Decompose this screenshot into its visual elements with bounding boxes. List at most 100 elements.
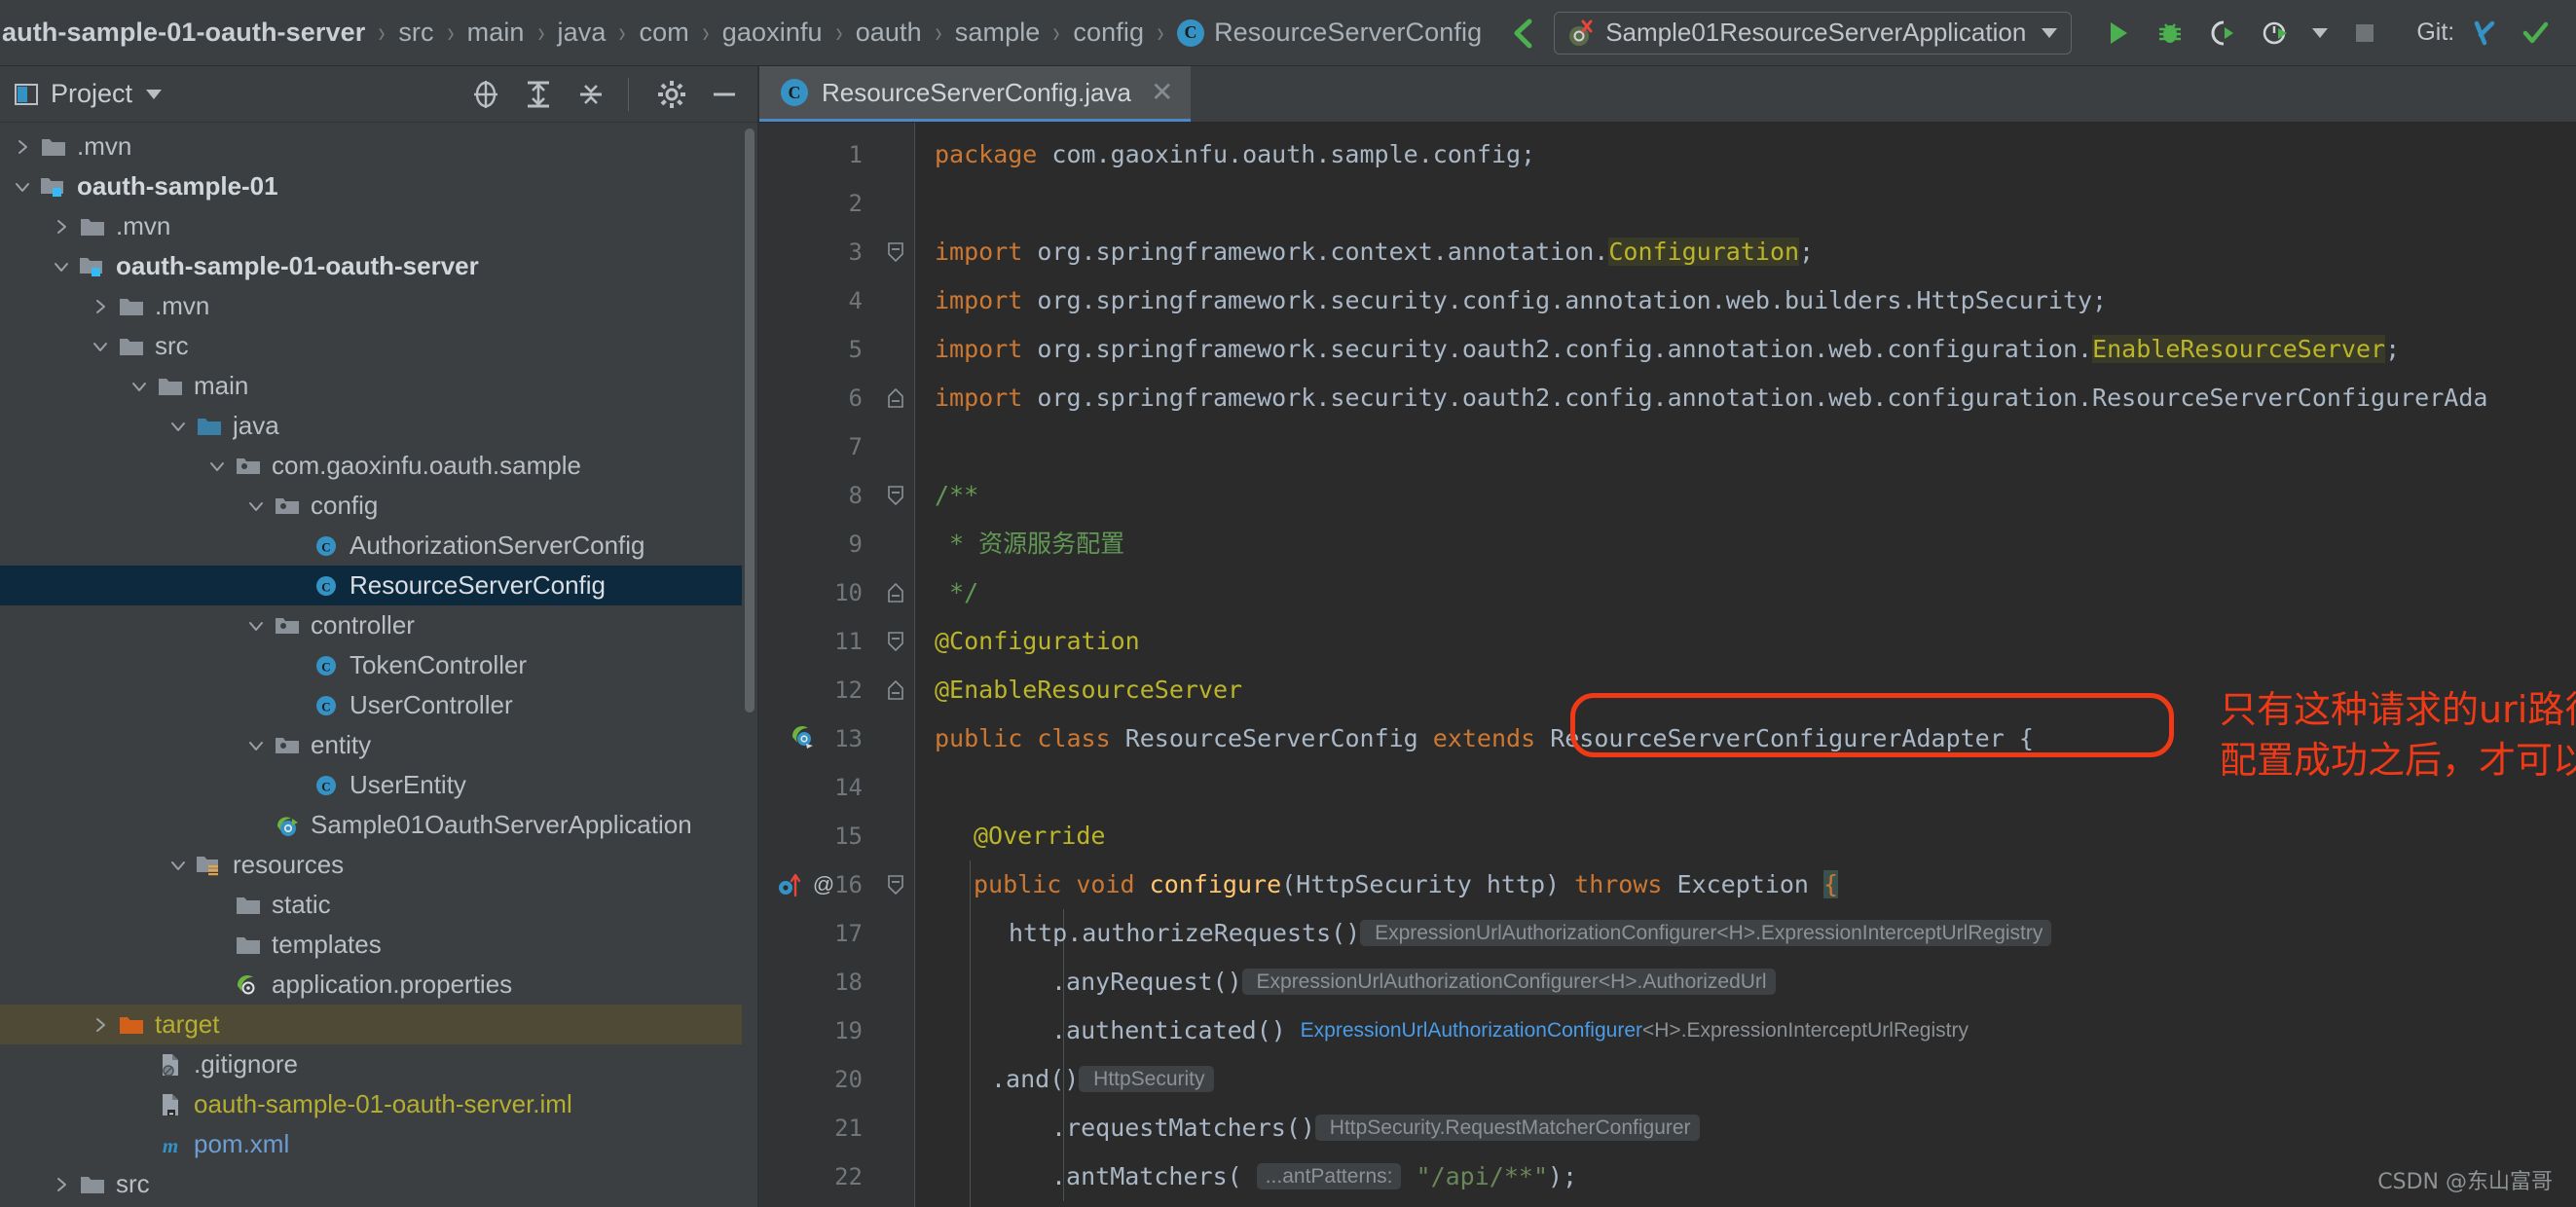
implementing-method-gutter-icon[interactable] xyxy=(777,870,812,904)
chevron-down-icon[interactable] xyxy=(10,174,35,200)
project-panel-scrollbar[interactable] xyxy=(742,123,757,1207)
breadcrumb-item-main[interactable]: main xyxy=(465,18,527,48)
chevron-down-icon[interactable] xyxy=(243,613,269,639)
chevron-right-icon[interactable] xyxy=(49,214,74,239)
bug-icon[interactable] xyxy=(2153,17,2187,50)
tree-item-resources[interactable]: resources xyxy=(0,845,757,885)
coverage-icon[interactable] xyxy=(2206,17,2239,50)
expand-all-icon[interactable] xyxy=(519,75,558,114)
inlay-hint-line-17[interactable]: ExpressionUrlAuthorizationConfigurer<H>.… xyxy=(1360,920,2052,946)
tree-item-oauth-sample-01-oauth-server-iml[interactable]: oauth-sample-01-oauth-server.iml xyxy=(0,1084,757,1124)
run-configuration-selector[interactable]: Sample01ResourceServerApplication xyxy=(1554,11,2073,55)
excluded-folder-icon xyxy=(117,1010,146,1040)
tree-item-application-properties[interactable]: application.properties xyxy=(0,965,757,1005)
fold-expand-icon[interactable] xyxy=(886,631,905,652)
inlay-hint-line-20[interactable]: HttpSecurity xyxy=(1079,1066,1214,1092)
chevron-down-icon[interactable] xyxy=(166,853,191,878)
fold-end-icon[interactable] xyxy=(886,387,905,408)
spring-bean-gutter-icon[interactable] xyxy=(789,722,818,756)
tree-item-userentity[interactable]: C UserEntity xyxy=(0,765,757,805)
tree-item--mvn[interactable]: .mvn xyxy=(0,206,757,246)
git-update-icon[interactable] xyxy=(2466,17,2499,50)
chevron-right-icon[interactable] xyxy=(88,294,113,319)
tree-item-templates[interactable]: templates xyxy=(0,925,757,965)
tree-item--mvn[interactable]: .mvn xyxy=(0,127,757,166)
tree-item-main[interactable]: main xyxy=(0,366,757,406)
crosshair-target-icon[interactable] xyxy=(466,75,505,114)
tree-item-src[interactable]: src xyxy=(0,1164,757,1204)
tree-item-label: pom.xml xyxy=(194,1129,290,1158)
tree-item-src[interactable]: src xyxy=(0,326,757,366)
tree-item-config[interactable]: config xyxy=(0,486,757,526)
tree-item-label: target xyxy=(155,1009,220,1039)
inlay-hint-line-21[interactable]: HttpSecurity.RequestMatcherConfigurer xyxy=(1314,1115,1700,1141)
line-number: 12 xyxy=(834,677,863,704)
scrollbar-thumb[interactable] xyxy=(745,128,754,713)
fold-end-icon[interactable] xyxy=(886,582,905,603)
fold-expand-icon[interactable] xyxy=(886,485,905,506)
tree-item-sample01oauthserverapplication[interactable]: Sample01OauthServerApplication xyxy=(0,805,757,845)
tree-item-target[interactable]: target xyxy=(0,1005,757,1044)
code-text-area[interactable]: package com.gaoxinfu.oauth.sample.config… xyxy=(915,123,2576,1207)
line-number: 18 xyxy=(834,969,863,996)
back-arrow-icon[interactable] xyxy=(1505,14,1540,53)
git-commit-check-icon[interactable] xyxy=(2519,17,2552,50)
tree-item--gitignore[interactable]: .gitignore xyxy=(0,1044,757,1084)
breadcrumb-item-gaoxinfu[interactable]: gaoxinfu xyxy=(720,18,825,48)
chevron-down-icon[interactable] xyxy=(204,454,230,479)
tree-item-authorizationserverconfig[interactable]: C AuthorizationServerConfig xyxy=(0,526,757,566)
tree-item-oauth-sample-01[interactable]: oauth-sample-01 xyxy=(0,166,757,206)
breadcrumb-item-resourceserverconfig[interactable]: C ResourceServerConfig xyxy=(1175,18,1484,48)
tree-item-tokencontroller[interactable]: C TokenController xyxy=(0,645,757,685)
chevron-down-icon[interactable] xyxy=(243,733,269,758)
breadcrumb-item-java[interactable]: java xyxy=(556,18,608,48)
breadcrumb-item-sample[interactable]: sample xyxy=(953,18,1043,48)
chevron-down-icon[interactable] xyxy=(49,254,74,279)
minimize-icon[interactable] xyxy=(705,75,744,114)
breadcrumb-item-src[interactable]: src xyxy=(396,18,435,48)
code-folding-gutter[interactable] xyxy=(876,123,915,1207)
play-icon[interactable] xyxy=(2101,17,2134,50)
chevron-right-icon[interactable] xyxy=(88,1012,113,1038)
breadcrumb-item-oauth[interactable]: oauth xyxy=(854,18,924,48)
breadcrumb-item-config[interactable]: config xyxy=(1071,18,1146,48)
chevron-down-icon[interactable] xyxy=(146,89,163,99)
chevron-down-icon[interactable] xyxy=(166,414,191,439)
tree-item-entity[interactable]: entity xyxy=(0,725,757,765)
chevron-down-icon[interactable] xyxy=(243,494,269,519)
chevron-down-icon[interactable] xyxy=(2311,17,2329,50)
tree-item-oauth-sample-01-oauth-server[interactable]: oauth-sample-01-oauth-server xyxy=(0,246,757,286)
close-icon[interactable]: ✕ xyxy=(1151,79,1173,106)
fold-end-icon[interactable] xyxy=(886,679,905,700)
tree-item-com-gaoxinfu-oauth-sample[interactable]: com.gaoxinfu.oauth.sample xyxy=(0,446,757,486)
code-editor[interactable]: 1234567891011121314151617181920212223242… xyxy=(759,123,2576,1207)
chevron-right-icon[interactable] xyxy=(10,134,35,160)
code-line-8: /** xyxy=(935,481,979,509)
chevron-down-icon[interactable] xyxy=(127,374,152,399)
tree-item-resourceserverconfig[interactable]: C ResourceServerConfig xyxy=(0,566,757,605)
tree-item-java[interactable]: java xyxy=(0,406,757,446)
override-method-at-icon[interactable]: @ xyxy=(810,871,837,903)
inlay-hint-line-19[interactable]: ExpressionUrlAuthorizationConfigurer<H>.… xyxy=(1285,1017,1977,1043)
tree-item-pom-xml[interactable]: m pom.xml xyxy=(0,1124,757,1164)
collapse-all-icon[interactable] xyxy=(571,75,610,114)
project-file-tree[interactable]: .mvn oauth-sample-01 .mvn oauth-sample-01-o… xyxy=(0,123,757,1207)
tree-item-usercontroller[interactable]: C UserController xyxy=(0,685,757,725)
breadcrumb-item-auth-sample-01-oauth-server[interactable]: auth-sample-01-oauth-server xyxy=(0,18,367,48)
chevron-down-icon[interactable] xyxy=(88,334,113,359)
stop-icon[interactable] xyxy=(2348,17,2381,50)
inlay-hint-line-18[interactable]: ExpressionUrlAuthorizationConfigurer<H>.… xyxy=(1241,969,1776,995)
fold-expand-icon[interactable] xyxy=(886,241,905,263)
tree-item--mvn[interactable]: .mvn xyxy=(0,286,757,326)
tree-item-label: .mvn xyxy=(116,211,171,240)
git-push-arrow-icon[interactable] xyxy=(2571,17,2576,50)
profiler-icon[interactable] xyxy=(2259,17,2292,50)
chevron-right-icon[interactable] xyxy=(49,1172,74,1197)
fold-expand-icon[interactable] xyxy=(886,874,905,896)
chevron-down-icon[interactable] xyxy=(2042,27,2058,38)
gear-icon[interactable] xyxy=(652,75,691,114)
breadcrumb-item-com[interactable]: com xyxy=(637,18,690,48)
tree-item-controller[interactable]: controller xyxy=(0,605,757,645)
editor-tab-resourceserverconfig[interactable]: C ResourceServerConfig.java ✕ xyxy=(759,66,1192,122)
tree-item-static[interactable]: static xyxy=(0,885,757,925)
